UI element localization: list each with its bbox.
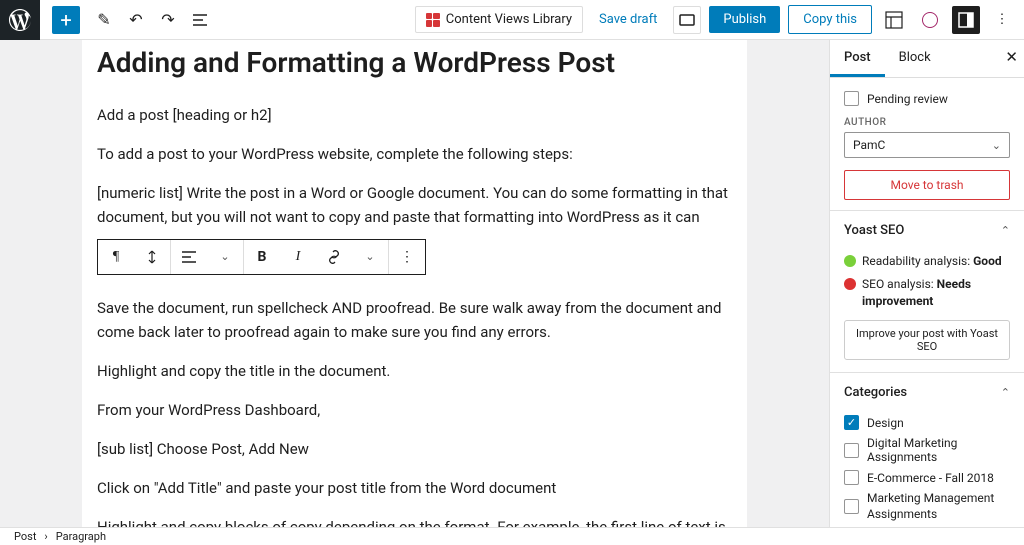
checkbox-checked-icon[interactable]: ✓ bbox=[844, 415, 859, 430]
yoast-panel-title: Yoast SEO bbox=[844, 223, 904, 238]
category-row[interactable]: Digital Marketing Assignments bbox=[844, 433, 1010, 467]
template-icon[interactable] bbox=[880, 6, 908, 34]
top-toolbar: + ✎ ↶ ↷ Content Views Library Save draft… bbox=[0, 0, 1024, 40]
grid-icon bbox=[426, 13, 440, 27]
readability-row: Readability analysis: Good bbox=[844, 250, 1010, 273]
settings-sidebar-toggle[interactable] bbox=[952, 6, 980, 34]
category-label: E-Commerce - Fall 2018 bbox=[867, 471, 994, 485]
paragraph-block[interactable]: From your WordPress Dashboard, bbox=[97, 398, 732, 422]
close-sidebar-icon[interactable]: ✕ bbox=[1005, 48, 1018, 66]
tab-block[interactable]: Block bbox=[885, 40, 945, 77]
improve-yoast-button[interactable]: Improve your post with Yoast SEO bbox=[844, 320, 1010, 360]
preview-button[interactable] bbox=[673, 6, 701, 34]
category-label: Marketing Management Assignments bbox=[867, 491, 1010, 522]
author-select[interactable]: PamC ⌄ bbox=[844, 132, 1010, 158]
align-chevron-down-icon[interactable]: ⌄ bbox=[207, 239, 243, 275]
chevron-down-icon: ⌄ bbox=[992, 139, 1001, 152]
breadcrumb-current[interactable]: Paragraph bbox=[56, 530, 106, 543]
bold-button[interactable]: B bbox=[244, 239, 280, 275]
category-label: Digital Marketing Assignments bbox=[867, 436, 1010, 464]
content-views-button[interactable]: Content Views Library bbox=[415, 6, 583, 33]
paragraph-block[interactable]: Highlight and copy the title in the docu… bbox=[97, 359, 732, 383]
author-label: AUTHOR bbox=[844, 117, 1010, 128]
more-options-icon[interactable]: ⋮ bbox=[988, 6, 1016, 34]
paragraph-block[interactable]: Click on "Add Title" and paste your post… bbox=[97, 476, 732, 500]
link-button[interactable] bbox=[316, 239, 352, 275]
paragraph-block-icon[interactable]: ¶ bbox=[98, 239, 134, 275]
undo-icon[interactable]: ↶ bbox=[120, 4, 152, 36]
more-block-options-icon[interactable]: ⋮ bbox=[389, 239, 425, 275]
paragraph-block[interactable]: Add a post [heading or h2] bbox=[97, 103, 732, 127]
details-icon[interactable] bbox=[184, 4, 216, 36]
categories-title: Categories bbox=[844, 385, 907, 400]
save-draft-link[interactable]: Save draft bbox=[591, 7, 665, 32]
breadcrumb: Post › Paragraph bbox=[0, 527, 1024, 545]
format-chevron-down-icon[interactable]: ⌄ bbox=[352, 239, 388, 275]
breadcrumb-root[interactable]: Post bbox=[14, 530, 36, 543]
seo-analysis-row: SEO analysis: Needs improvement bbox=[844, 273, 1010, 313]
breadcrumb-separator-icon: › bbox=[44, 530, 47, 543]
redo-icon[interactable]: ↷ bbox=[152, 4, 184, 36]
pending-review-label: Pending review bbox=[867, 92, 948, 106]
chevron-up-icon: ⌃ bbox=[1001, 386, 1010, 399]
checkbox-icon[interactable] bbox=[844, 470, 859, 485]
yoast-panel-header[interactable]: Yoast SEO ⌃ bbox=[830, 211, 1024, 250]
post-canvas[interactable]: Adding and Formatting a WordPress Post A… bbox=[82, 40, 747, 529]
author-value: PamC bbox=[853, 138, 885, 152]
tab-post[interactable]: Post bbox=[830, 40, 885, 77]
paragraph-block[interactable]: To add a post to your WordPress website,… bbox=[97, 142, 732, 166]
editor-canvas-area: Adding and Formatting a WordPress Post A… bbox=[0, 40, 829, 529]
content-views-label: Content Views Library bbox=[446, 12, 572, 27]
italic-button[interactable]: I bbox=[280, 239, 316, 275]
pending-review-row[interactable]: Pending review bbox=[844, 88, 1010, 109]
category-label: Design bbox=[867, 416, 904, 430]
yoast-icon[interactable] bbox=[916, 6, 944, 34]
wordpress-logo[interactable] bbox=[0, 0, 40, 40]
category-row[interactable]: E-Commerce - Fall 2018 bbox=[844, 467, 1010, 488]
status-bad-icon bbox=[844, 278, 856, 290]
category-row[interactable]: ✓ Design bbox=[844, 412, 1010, 433]
align-icon[interactable] bbox=[171, 239, 207, 275]
edit-mode-icon[interactable]: ✎ bbox=[88, 4, 120, 36]
transform-icon[interactable] bbox=[134, 239, 170, 275]
sidebar-tabs: Post Block ✕ bbox=[830, 40, 1024, 78]
post-title[interactable]: Adding and Formatting a WordPress Post bbox=[97, 40, 732, 88]
paragraph-block[interactable]: [numeric list] Write the post in a Word … bbox=[97, 181, 732, 229]
move-to-trash-button[interactable]: Move to trash bbox=[844, 170, 1010, 200]
status-good-icon bbox=[844, 255, 856, 267]
checkbox-icon[interactable] bbox=[844, 499, 859, 514]
copy-button[interactable]: Copy this bbox=[788, 5, 872, 34]
categories-panel-header[interactable]: Categories ⌃ bbox=[830, 373, 1024, 412]
publish-button[interactable]: Publish bbox=[709, 6, 780, 33]
add-block-button[interactable]: + bbox=[52, 6, 80, 34]
paragraph-block[interactable]: [sub list] Choose Post, Add New bbox=[97, 437, 732, 461]
checkbox-icon[interactable] bbox=[844, 91, 859, 106]
category-row[interactable]: Marketing Management Assignments bbox=[844, 488, 1010, 525]
settings-sidebar: Post Block ✕ Pending review AUTHOR PamC … bbox=[829, 40, 1024, 529]
chevron-up-icon: ⌃ bbox=[1001, 224, 1010, 237]
checkbox-icon[interactable] bbox=[844, 443, 859, 458]
paragraph-block[interactable]: Save the document, run spellcheck AND pr… bbox=[97, 296, 732, 344]
block-toolbar: ¶ ⌄ B I ⌄ ⋮ bbox=[97, 239, 426, 275]
